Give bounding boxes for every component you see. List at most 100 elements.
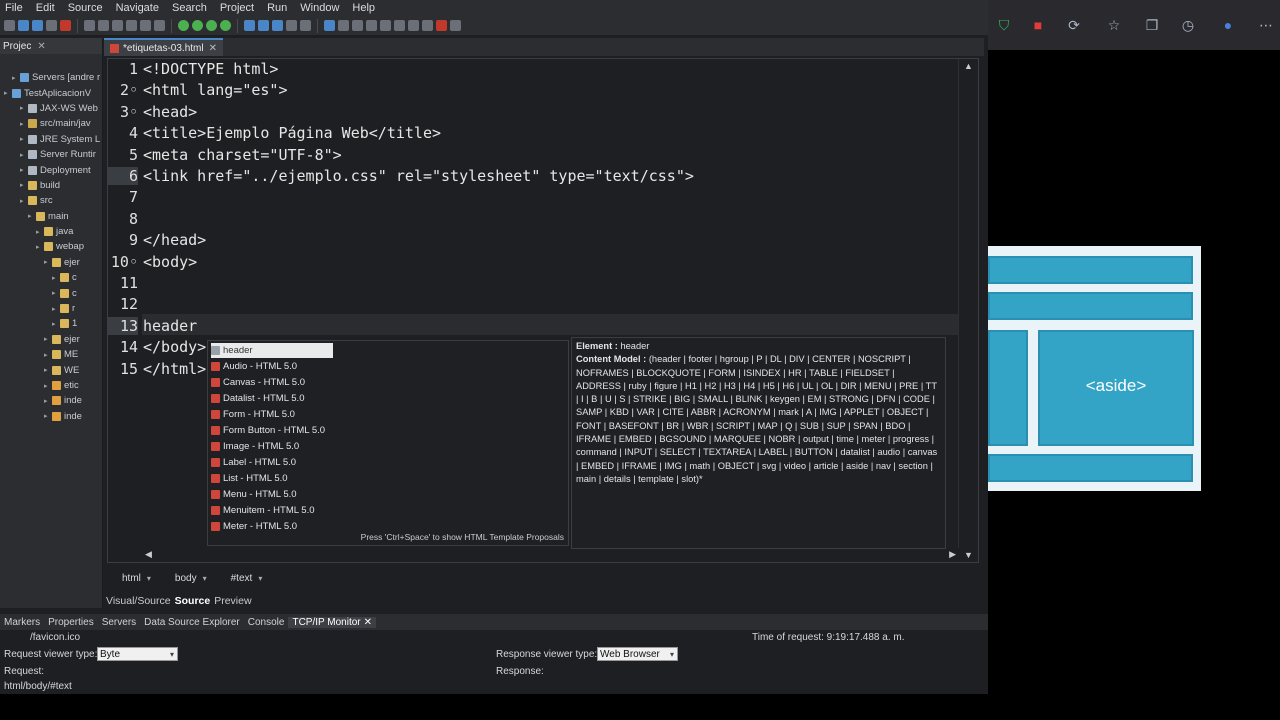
content-assist-item[interactable]: Meter - HTML 5.0 <box>211 519 297 534</box>
record-icon[interactable] <box>436 20 447 31</box>
tree-item[interactable]: ▸ Servers [andre r <box>0 70 102 85</box>
tab-preview[interactable]: Preview <box>212 595 253 607</box>
globe-icon[interactable] <box>324 20 335 31</box>
response-viewer-select[interactable]: Web Browser <box>597 647 678 661</box>
tree-item[interactable]: ▸ src/main/jav <box>0 116 102 131</box>
tab-properties[interactable]: Properties <box>44 617 98 628</box>
stop-icon[interactable] <box>60 20 71 31</box>
vertical-scrollbar[interactable]: ▲ ▼ <box>958 59 978 562</box>
new-package-icon[interactable] <box>258 20 269 31</box>
editor-tab-etiquetas[interactable]: *etiquetas-03.html ✕ <box>104 38 223 56</box>
forward-icon[interactable] <box>394 20 405 31</box>
project-explorer-tab[interactable]: Projec ✕ <box>0 38 102 54</box>
tree-item[interactable]: ▸ etic <box>0 378 102 393</box>
save-all-icon[interactable] <box>32 20 43 31</box>
content-assist-item[interactable]: List - HTML 5.0 <box>211 471 288 486</box>
expand-arrow-icon[interactable]: ▸ <box>4 89 12 97</box>
horizontal-scrollbar[interactable]: ◀ ▶ <box>142 548 959 562</box>
scroll-left-icon[interactable]: ◀ <box>145 549 152 560</box>
content-assist-item[interactable]: Menuitem - HTML 5.0 <box>211 503 315 518</box>
tree-item[interactable]: ▸ c <box>0 270 102 285</box>
content-assist-item[interactable]: Datalist - HTML 5.0 <box>211 391 304 406</box>
pin-icon[interactable] <box>408 20 419 31</box>
pen-icon[interactable] <box>422 20 433 31</box>
breadcrumb-html[interactable]: html <box>104 573 157 584</box>
save-icon[interactable] <box>18 20 29 31</box>
request-list-item[interactable]: /favicon.ico <box>30 632 80 643</box>
back-icon[interactable] <box>380 20 391 31</box>
debug-icon[interactable] <box>178 20 189 31</box>
menu-window[interactable]: Window <box>295 2 347 14</box>
menu-search[interactable]: Search <box>167 2 215 14</box>
new-icon[interactable] <box>4 20 15 31</box>
expand-arrow-icon[interactable]: ▸ <box>44 351 52 359</box>
tree-item[interactable]: ▸ inde <box>0 393 102 408</box>
expand-arrow-icon[interactable]: ▸ <box>44 258 52 266</box>
collections-icon[interactable]: ❐ <box>1144 17 1160 33</box>
more-icon[interactable]: ⋯ <box>1258 17 1274 33</box>
shield-icon[interactable]: ⛉ <box>996 17 1012 33</box>
expand-arrow-icon[interactable]: ▸ <box>20 104 28 112</box>
tree-item[interactable]: ▸ build <box>0 178 102 193</box>
close-icon[interactable]: ✕ <box>209 43 217 54</box>
breadcrumb-body[interactable]: body <box>157 573 213 584</box>
step-into-icon[interactable] <box>140 20 151 31</box>
content-assist-item[interactable]: header <box>211 343 333 358</box>
expand-arrow-icon[interactable]: ▸ <box>20 197 28 205</box>
new-java-project-icon[interactable] <box>244 20 255 31</box>
task-icon[interactable] <box>352 20 363 31</box>
disconnect-icon[interactable] <box>126 20 137 31</box>
expand-arrow-icon[interactable]: ▸ <box>28 212 36 220</box>
tree-item[interactable]: ▸ webap <box>0 239 102 254</box>
expand-arrow-icon[interactable]: ▸ <box>44 382 52 390</box>
open-type-icon[interactable] <box>286 20 297 31</box>
outline-icon[interactable] <box>338 20 349 31</box>
tree-item[interactable]: ▸ java <box>0 224 102 239</box>
tree-item[interactable]: ▸ main <box>0 209 102 224</box>
content-assist-item[interactable]: Form Button - HTML 5.0 <box>211 423 325 438</box>
run-icon[interactable] <box>192 20 203 31</box>
content-assist-item[interactable]: Menu - HTML 5.0 <box>211 487 297 502</box>
tree-item[interactable]: ▸ 1 <box>0 316 102 331</box>
tab-servers[interactable]: Servers <box>98 617 140 628</box>
new-class-icon[interactable] <box>272 20 283 31</box>
expand-arrow-icon[interactable]: ▸ <box>20 166 28 174</box>
content-assist-item[interactable]: Form - HTML 5.0 <box>211 407 295 422</box>
content-assist-item[interactable]: Image - HTML 5.0 <box>211 439 299 454</box>
tree-item[interactable]: ▸ r <box>0 301 102 316</box>
tree-item[interactable]: ▸ WE <box>0 362 102 377</box>
terminate-icon[interactable] <box>112 20 123 31</box>
tree-item[interactable]: ▸ ejer <box>0 255 102 270</box>
tree-item[interactable]: ▸ ejer <box>0 332 102 347</box>
menu-file[interactable]: File <box>0 2 31 14</box>
menu-project[interactable]: Project <box>215 2 262 14</box>
coverage-icon[interactable] <box>206 20 217 31</box>
tree-item[interactable]: ▸ c <box>0 285 102 300</box>
request-viewer-select[interactable]: Byte <box>97 647 178 661</box>
extension-icon[interactable]: ■ <box>1030 17 1046 33</box>
scroll-down-icon[interactable]: ▼ <box>964 550 973 560</box>
expand-arrow-icon[interactable]: ▸ <box>52 289 60 297</box>
tree-item[interactable]: ▸ src <box>0 193 102 208</box>
step-over-icon[interactable] <box>154 20 165 31</box>
scroll-right-icon[interactable]: ▶ <box>949 549 956 560</box>
tab-source[interactable]: Source <box>173 595 213 607</box>
tree-item[interactable]: ▸ TestAplicacionV <box>0 85 102 100</box>
content-assist-item[interactable]: Audio - HTML 5.0 <box>211 359 297 374</box>
expand-arrow-icon[interactable]: ▸ <box>20 120 28 128</box>
expand-arrow-icon[interactable]: ▸ <box>20 135 28 143</box>
menu-edit[interactable]: Edit <box>31 2 63 14</box>
search-icon[interactable] <box>300 20 311 31</box>
expand-arrow-icon[interactable]: ▸ <box>52 320 60 328</box>
perspective-icon[interactable] <box>450 20 461 31</box>
sync-icon[interactable]: ⟳ <box>1066 17 1082 33</box>
expand-arrow-icon[interactable]: ▸ <box>20 151 28 159</box>
expand-arrow-icon[interactable]: ▸ <box>44 335 52 343</box>
breadcrumb-text[interactable]: #text <box>213 573 269 584</box>
menu-navigate[interactable]: Navigate <box>111 2 167 14</box>
expand-arrow-icon[interactable]: ▸ <box>36 228 44 236</box>
annotation-icon[interactable] <box>366 20 377 31</box>
close-icon[interactable]: ✕ <box>37 41 45 52</box>
expand-arrow-icon[interactable]: ▸ <box>52 274 60 282</box>
pause-icon[interactable] <box>98 20 109 31</box>
